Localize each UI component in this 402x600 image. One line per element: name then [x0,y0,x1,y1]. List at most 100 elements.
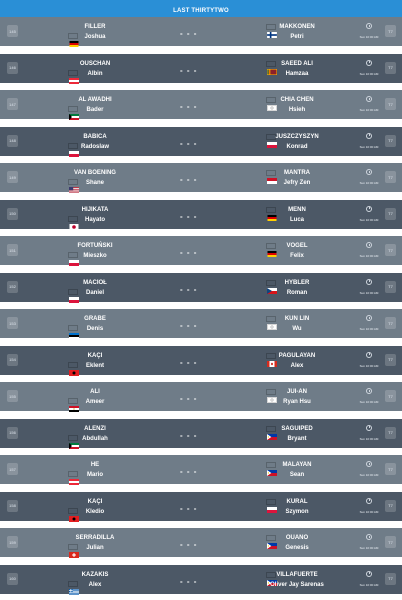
match-time-text: Sun 10:00 AM [359,400,379,404]
table-badge: T7 [385,317,396,329]
match-time-text: Sun 10:00 AM [359,473,379,477]
match-time: Sun 10:00 AM [357,132,381,149]
match-row[interactable]: 152 MACIOŁ Daniel - - - HYBLER Roman Sun… [0,272,402,303]
player-one-surname: KAÇI [87,352,103,359]
match-time-text: Sun 10:00 AM [359,71,379,76]
clock-icon [366,497,372,504]
clock-icon [366,242,372,248]
table-badge: T7 [385,171,396,183]
player-one-firstname: Albin [87,70,103,77]
match-score: - - - [180,430,198,440]
clock-icon [366,534,372,540]
match-number: 148 [7,134,18,147]
table-badge: T7 [385,25,396,37]
match-time-text: Sun 10:00 AM [359,217,379,222]
player-one-firstname: Radoslaw [80,143,109,150]
player-two-firstname: Luca [289,216,304,223]
match-time: Sun 10:00 AM [357,351,381,368]
table-badge: T7 [385,463,396,475]
player-two-firstname: Felix [290,253,304,259]
player-two-firstname: Sean [289,472,305,478]
match-time-text: Sun 10:00 AM [359,582,379,587]
player-two-firstname: Hamzaa [285,70,309,77]
player-two-surname: KUN LIN [284,316,310,322]
match-time: Sun 10:00 AM [357,461,381,477]
player-two-firstname: Ryan Hsu [283,399,311,405]
player-one-surname: VAN BOENING [74,170,116,176]
clock-icon [366,23,372,29]
match-row[interactable]: 156 ALENZI Abdullah - - - SAGUIPED Bryan… [0,418,402,449]
table-badge: T7 [385,280,396,293]
match-row[interactable]: 160 KAZAKIS Alex - - - VILLAFUERTE Olive… [0,564,402,595]
player-one-surname: BABICA [83,133,107,140]
player-one-surname: GRABE [84,316,106,322]
match-row[interactable]: 158 KAÇI Kledio - - - KURAL Szymon Sun 1… [0,491,402,522]
match-time-text: Sun 10:00 AM [359,144,379,149]
player-two-surname: KURAL [286,498,308,505]
match-score: - - - [180,175,198,184]
player-one-surname: HE [90,462,100,468]
match-row[interactable]: 146 OUSCHAN Albin - - - SAEED ALI Hamzaa… [0,53,402,84]
table-badge: T7 [385,536,396,548]
match-row[interactable]: 148 BABICA Radoslaw - - - JUSZCZYSZYN Ko… [0,126,402,157]
match-time-text: Sun 10:00 AM [359,546,379,550]
player-two-firstname: Hsieh [288,107,306,113]
clock-icon [366,205,372,212]
player-one-surname: FORTUŃSKI [77,243,113,249]
match-time: Sun 10:00 AM [357,278,381,295]
match-score: - - - [180,394,198,403]
player-one-firstname: Alex [88,581,102,588]
match-row[interactable]: 157 HE Mario - - - MALAYAN Sean Sun 10:0… [0,455,402,485]
player-two-firstname: Jefry Zen [283,180,311,186]
table-badge: T7 [385,134,396,147]
match-time-text: Sun 10:00 AM [359,509,379,514]
player-two-surname: PAGULAYAN [278,352,316,359]
player-one-firstname: Mieszko [83,253,107,259]
match-row[interactable]: 149 VAN BOENING Shane - - - MANTRA Jefry… [0,163,402,193]
match-number: 152 [7,280,18,293]
match-time-text: Sun 10:00 AM [359,327,379,331]
player-two-firstname: Konrad [286,143,308,150]
match-time: Sun 10:00 AM [357,23,381,39]
match-row[interactable]: 154 KAÇI Eklent - - - PAGULAYAN Alex Sun… [0,345,402,376]
table-badge: T7 [385,244,396,256]
match-row[interactable]: 155 ALI Ameer - - - JUI-AN Ryan Hsu Sun … [0,382,402,412]
player-one-firstname: Kledio [85,508,105,515]
player-two-surname: VOGEL [286,243,308,249]
match-number: 157 [7,463,18,475]
player-one-surname: MACIOŁ [83,279,107,286]
player-two-firstname: Oliver Jay Sarenas [270,581,324,588]
match-row[interactable]: 145 FILLER Joshua - - - MAKKONEN Petri S… [0,17,402,47]
player-one-firstname: Ameer [85,399,105,405]
match-time-text: Sun 10:00 AM [359,436,379,441]
player-two-surname: CHIA CHEN [280,97,314,103]
match-row[interactable]: 153 GRABE Denis - - - KUN LIN Wu Sun 10:… [0,309,402,339]
player-one-surname: OUSCHAN [79,60,111,67]
match-score: - - - [180,248,198,257]
match-score: - - - [180,284,198,294]
match-number: 149 [7,171,18,183]
player-one-surname: KAÇI [87,498,103,505]
match-row[interactable]: 150 HIJIKATA Hayato - - - MENN Luca Sun … [0,199,402,230]
player-two-firstname: Petri [290,34,304,40]
match-row[interactable]: 159 SERRADILLA Julian - - - OUANO Genesi… [0,528,402,558]
match-number: 158 [7,499,18,512]
match-score: - - - [180,540,198,549]
match-number: 155 [7,390,18,402]
player-two-surname: MAKKONEN [279,24,315,30]
match-time-text: Sun 10:00 AM [359,181,379,185]
match-row[interactable]: 147 AL AWADHI Bader - - - CHIA CHEN Hsie… [0,90,402,120]
match-score: - - - [180,576,198,586]
player-one-firstname: Hayato [84,216,105,223]
match-time-text: Sun 10:00 AM [359,363,379,368]
match-score: - - - [180,65,198,75]
round-title: LAST THIRTYTWO [173,8,229,14]
match-score: - - - [180,102,198,111]
player-one-firstname: Abdullah [82,435,108,442]
player-two-surname: MALAYAN [282,462,312,468]
player-two-surname: SAGUIPED [281,425,313,432]
player-one-firstname: Bader [86,107,104,113]
match-row[interactable]: 151 FORTUŃSKI Mieszko - - - VOGEL Felix … [0,236,402,266]
player-one-surname: ALENZI [84,425,106,432]
table-badge: T7 [385,98,396,110]
